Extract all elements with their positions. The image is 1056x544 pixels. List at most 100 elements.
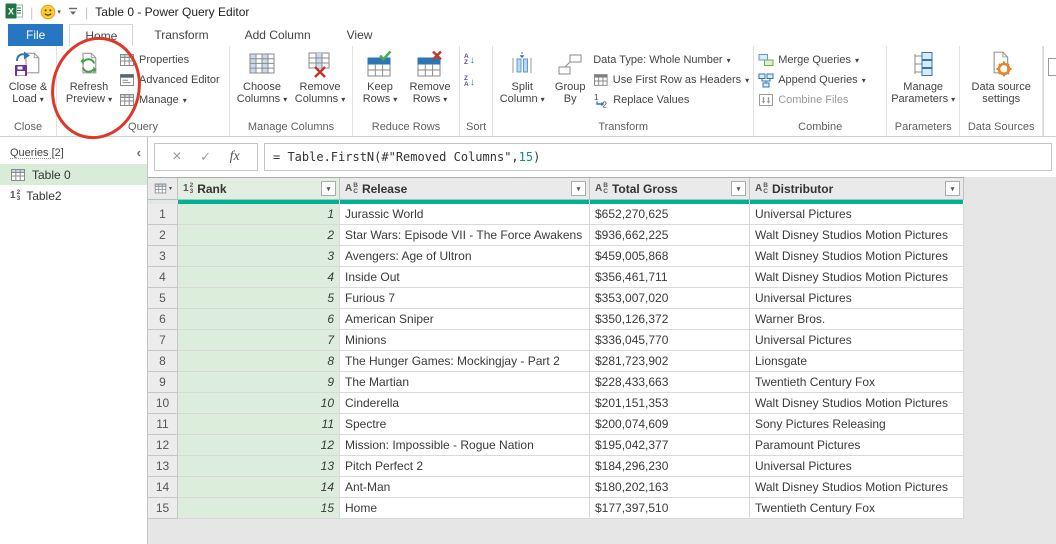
row-number[interactable]: 8 [148,351,178,372]
distributor-cell[interactable]: Universal Pictures [750,456,964,477]
sort-descending-button[interactable]: ZA ↓ [464,73,475,91]
row-number[interactable]: 1 [148,204,178,225]
filter-dropdown-button[interactable]: ▾ [731,181,746,196]
release-cell[interactable]: Inside Out [340,267,590,288]
tab-home[interactable]: Home [69,24,134,46]
split-column-button[interactable]: Split Column ▾ [497,47,547,106]
release-cell[interactable]: Mission: Impossible - Rogue Nation [340,435,590,456]
customize-toolbar-button[interactable] [68,5,78,19]
release-cell[interactable]: The Hunger Games: Mockingjay - Part 2 [340,351,590,372]
remove-columns-button[interactable]: Remove Columns ▾ [292,47,348,106]
distributor-cell[interactable]: Lionsgate [750,351,964,372]
row-number[interactable]: 12 [148,435,178,456]
advanced-editor-button[interactable]: Advanced Editor [119,70,225,90]
release-cell[interactable]: Minions [340,330,590,351]
manage-parameters-button[interactable]: Manage Parameters ▾ [891,47,955,106]
replace-values-button[interactable]: 1 2 Replace Values [593,90,749,110]
sort-ascending-button[interactable]: AZ ↓ [464,51,475,69]
rank-cell[interactable]: 6 [178,309,340,330]
row-number[interactable]: 11 [148,414,178,435]
rank-cell[interactable]: 8 [178,351,340,372]
total-gross-cell[interactable]: $177,397,510 [590,498,750,519]
total-gross-cell[interactable]: $200,074,609 [590,414,750,435]
distributor-cell[interactable]: Walt Disney Studios Motion Pictures [750,267,964,288]
total-gross-cell[interactable]: $180,202,163 [590,477,750,498]
row-number[interactable]: 2 [148,225,178,246]
merge-queries-button[interactable]: Merge Queries ▾ [758,50,882,70]
column-header-rank[interactable]: 1 23 Rank ▾ [178,178,340,199]
collapse-pane-button[interactable]: ‹ [137,145,141,160]
release-cell[interactable]: Avengers: Age of Ultron [340,246,590,267]
formula-input[interactable]: = Table.FirstN(#"Removed Columns", 15) [264,143,1052,171]
total-gross-cell[interactable]: $356,461,711 [590,267,750,288]
row-number[interactable]: 5 [148,288,178,309]
release-cell[interactable]: American Sniper [340,309,590,330]
total-gross-cell[interactable]: $228,433,663 [590,372,750,393]
remove-rows-button[interactable]: Remove Rows ▾ [405,47,455,106]
total-gross-cell[interactable]: $195,042,377 [590,435,750,456]
rank-cell[interactable]: 2 [178,225,340,246]
confirm-formula-icon[interactable]: ✓ [200,149,211,165]
distributor-cell[interactable]: Universal Pictures [750,330,964,351]
data-source-settings-button[interactable]: Data source settings [964,47,1038,105]
distributor-cell[interactable]: Walt Disney Studios Motion Pictures [750,477,964,498]
filter-dropdown-button[interactable]: ▾ [945,181,960,196]
distributor-cell[interactable]: Twentieth Century Fox [750,372,964,393]
tab-transform[interactable]: Transform [139,24,223,46]
distributor-cell[interactable]: Twentieth Century Fox [750,498,964,519]
total-gross-cell[interactable]: $201,151,353 [590,393,750,414]
distributor-cell[interactable]: Walt Disney Studios Motion Pictures [750,393,964,414]
keep-rows-button[interactable]: Keep Rows ▾ [357,47,403,106]
rank-cell[interactable]: 15 [178,498,340,519]
tab-view[interactable]: View [332,24,388,46]
row-number[interactable]: 14 [148,477,178,498]
rank-cell[interactable]: 9 [178,372,340,393]
rank-cell[interactable]: 12 [178,435,340,456]
rank-cell[interactable]: 1 [178,204,340,225]
release-cell[interactable]: The Martian [340,372,590,393]
total-gross-cell[interactable]: $652,270,625 [590,204,750,225]
query-item-table2[interactable]: 1 23 Table2 [0,185,147,206]
cancel-formula-icon[interactable]: × [172,148,181,166]
total-gross-cell[interactable]: $350,126,372 [590,309,750,330]
manage-button[interactable]: Manage ▾ [119,90,225,110]
combine-files-button[interactable]: Combine Files [758,90,882,110]
refresh-preview-button[interactable]: Refresh Preview ▾ [61,47,117,106]
distributor-cell[interactable]: Sony Pictures Releasing [750,414,964,435]
rank-cell[interactable]: 7 [178,330,340,351]
group-by-button[interactable]: Group By [549,47,591,105]
append-queries-button[interactable]: Append Queries ▾ [758,70,882,90]
release-cell[interactable]: Pitch Perfect 2 [340,456,590,477]
row-number[interactable]: 4 [148,267,178,288]
distributor-cell[interactable]: Walt Disney Studios Motion Pictures [750,225,964,246]
column-header-release[interactable]: A BC Release ▾ [340,178,590,199]
distributor-cell[interactable]: Walt Disney Studios Motion Pictures [750,246,964,267]
data-type-button[interactable]: Data Type: Whole Number ▾ [593,50,749,70]
rank-cell[interactable]: 3 [178,246,340,267]
properties-button[interactable]: Properties [119,50,225,70]
rank-cell[interactable]: 4 [178,267,340,288]
total-gross-cell[interactable]: $336,045,770 [590,330,750,351]
row-number[interactable]: 6 [148,309,178,330]
smiley-feedback-button[interactable]: ▾ [40,4,61,20]
total-gross-cell[interactable]: $459,005,868 [590,246,750,267]
distributor-cell[interactable]: Warner Bros. [750,309,964,330]
row-number[interactable]: 13 [148,456,178,477]
total-gross-cell[interactable]: $353,007,020 [590,288,750,309]
choose-columns-button[interactable]: Choose Columns ▾ [234,47,290,106]
rank-cell[interactable]: 11 [178,414,340,435]
column-header-distributor[interactable]: A BC Distributor ▾ [750,178,964,199]
filter-dropdown-button[interactable]: ▾ [321,181,336,196]
tab-file[interactable]: File [8,24,64,46]
release-cell[interactable]: Star Wars: Episode VII - The Force Awake… [340,225,590,246]
query-item-table0[interactable]: Table 0 [0,164,147,185]
row-number[interactable]: 15 [148,498,178,519]
select-all-corner[interactable]: ▾ [148,178,178,199]
row-number[interactable]: 9 [148,372,178,393]
rank-cell[interactable]: 5 [178,288,340,309]
close-and-load-button[interactable]: Close & Load ▾ [4,47,52,106]
release-cell[interactable]: Ant-Man [340,477,590,498]
release-cell[interactable]: Cinderella [340,393,590,414]
use-first-row-as-headers-button[interactable]: Use First Row as Headers ▾ [593,70,749,90]
rank-cell[interactable]: 10 [178,393,340,414]
